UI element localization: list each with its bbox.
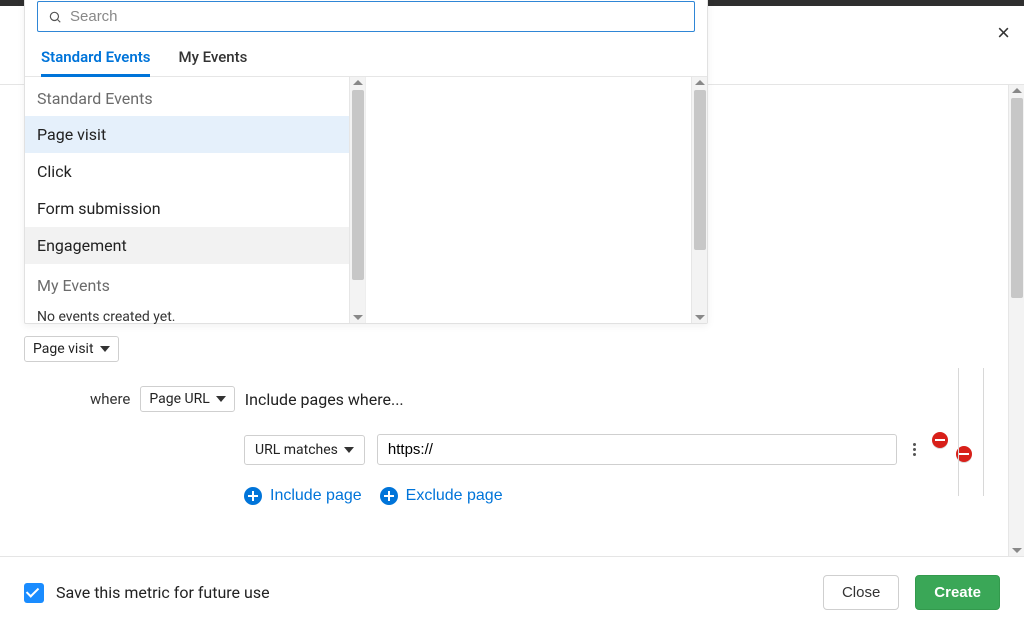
tab-my-events[interactable]: My Events — [178, 38, 247, 76]
scroll-down-icon[interactable] — [695, 315, 705, 320]
close-button[interactable]: Close — [823, 575, 899, 610]
plus-circle-icon — [380, 487, 398, 505]
rule-group-divider — [983, 368, 984, 496]
caret-down-icon — [344, 447, 354, 453]
create-button[interactable]: Create — [915, 575, 1000, 610]
group-heading: My Events — [25, 264, 349, 303]
exclude-page-button[interactable]: Exclude page — [380, 487, 503, 505]
close-dialog-button[interactable]: × — [997, 20, 1010, 46]
list-item[interactable]: Click — [25, 153, 349, 190]
include-heading: Include pages where... — [245, 390, 404, 409]
include-page-label: Include page — [270, 487, 362, 505]
caret-down-icon — [216, 396, 226, 402]
event-detail-column — [366, 77, 707, 323]
remove-rule-group — [932, 440, 972, 460]
dialog-footer: Save this metric for future use Close Cr… — [0, 556, 1024, 628]
search-icon — [48, 10, 62, 24]
search-box[interactable] — [37, 1, 695, 32]
tab-label: My Events — [178, 48, 247, 66]
page-scrollbar[interactable] — [1008, 85, 1024, 556]
empty-state-text: No events created yet. — [25, 303, 349, 331]
right-column-scrollbar[interactable] — [691, 77, 707, 323]
tab-label: Standard Events — [41, 48, 150, 66]
list-item[interactable]: Page visit — [25, 116, 349, 153]
scroll-up-icon[interactable] — [695, 80, 705, 85]
plus-circle-icon — [244, 487, 262, 505]
scroll-thumb[interactable] — [352, 90, 364, 280]
remove-rule-icon[interactable] — [932, 432, 948, 448]
scroll-down-icon[interactable] — [1012, 548, 1022, 553]
list-item[interactable]: Engagement — [25, 227, 349, 264]
save-metric-checkbox[interactable] — [24, 583, 44, 603]
rule-group-divider — [958, 368, 959, 496]
scroll-up-icon[interactable] — [1012, 88, 1022, 93]
tab-standard-events[interactable]: Standard Events — [41, 38, 150, 76]
field-value: Page URL — [149, 391, 209, 407]
url-input[interactable] — [377, 434, 897, 465]
rule-overflow-menu[interactable] — [909, 439, 920, 460]
scroll-thumb[interactable] — [1011, 98, 1023, 298]
group-heading: Standard Events — [25, 77, 349, 116]
caret-down-icon — [100, 346, 110, 352]
event-groups-column: Standard Events Page visit Click Form su… — [25, 77, 366, 323]
list-item[interactable]: Form submission — [25, 190, 349, 227]
save-metric-label: Save this metric for future use — [56, 583, 270, 602]
search-input[interactable] — [70, 8, 684, 25]
field-select[interactable]: Page URL — [140, 386, 234, 412]
event-tabs: Standard Events My Events — [25, 38, 707, 77]
include-page-button[interactable]: Include page — [244, 487, 362, 505]
left-column-scrollbar[interactable] — [349, 77, 365, 323]
match-type-value: URL matches — [255, 442, 338, 458]
match-type-select[interactable]: URL matches — [244, 435, 365, 465]
event-type-value: Page visit — [33, 341, 94, 357]
scroll-thumb[interactable] — [694, 90, 706, 250]
event-picker-panel: Standard Events My Events Standard Event… — [24, 0, 708, 324]
scroll-down-icon[interactable] — [353, 315, 363, 320]
event-type-select[interactable]: Page visit — [24, 336, 119, 362]
exclude-page-label: Exclude page — [406, 487, 503, 505]
where-label: where — [90, 390, 130, 408]
scroll-up-icon[interactable] — [353, 80, 363, 85]
